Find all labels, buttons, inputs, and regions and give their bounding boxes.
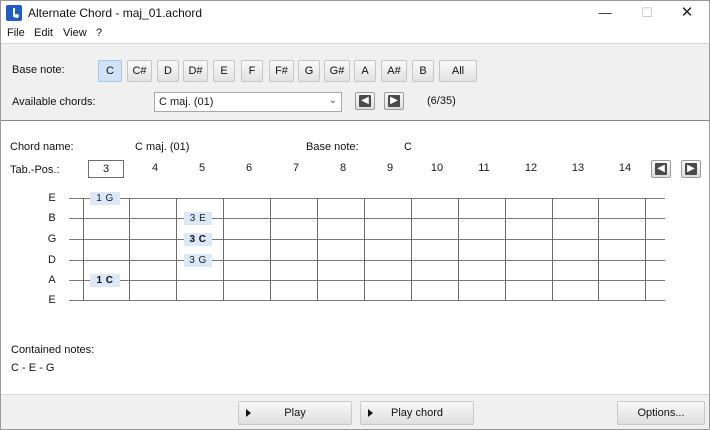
note-button-c-sharp[interactable]: C# — [127, 60, 152, 82]
menu-view[interactable]: View — [63, 27, 87, 39]
available-chords-value: C maj. (01) — [159, 96, 214, 108]
chevron-down-icon: ⌄ — [328, 95, 337, 106]
note-button-f[interactable]: F — [241, 60, 263, 82]
chord-display-panel: Chord name: C maj. (01) Base note: C Tab… — [1, 122, 709, 394]
contained-notes-value: C - E - G — [11, 362, 55, 374]
options-button[interactable]: Options... — [617, 401, 705, 425]
note-button-g-sharp[interactable]: G# — [324, 60, 350, 82]
options-button-label: Options... — [637, 407, 685, 419]
app-window: Alternate Chord - maj_01.achord — ☐ ✕ Fi… — [0, 0, 710, 430]
play-button[interactable]: Play — [238, 401, 352, 425]
fret-marker: 3 E — [184, 212, 212, 225]
note-button-f-sharp[interactable]: F# — [269, 60, 294, 82]
string-label: B — [48, 212, 56, 224]
fret-marker: 3 G — [184, 254, 212, 267]
note-button-c[interactable]: C — [98, 60, 122, 82]
play-chord-button[interactable]: Play chord — [360, 401, 474, 425]
close-button[interactable]: ✕ — [667, 1, 707, 25]
fretboard-frets — [83, 198, 646, 301]
note-button-d[interactable]: D — [157, 60, 179, 82]
window-title: Alternate Chord - maj_01.achord — [28, 6, 203, 20]
string-label: G — [47, 233, 57, 245]
menu-bar: File Edit View ? — [1, 25, 709, 43]
menu-file[interactable]: File — [7, 27, 25, 39]
maximize-button[interactable]: ☐ — [627, 1, 667, 25]
contained-notes-label: Contained notes: — [11, 344, 95, 356]
string-label: E — [48, 294, 56, 306]
play-chord-button-label: Play chord — [391, 407, 443, 419]
title-bar: Alternate Chord - maj_01.achord — ☐ ✕ — [1, 1, 709, 25]
minimize-button[interactable]: — — [585, 1, 625, 25]
menu-edit[interactable]: Edit — [34, 27, 53, 39]
note-button-a-sharp[interactable]: A# — [381, 60, 407, 82]
note-button-b[interactable]: B — [412, 60, 434, 82]
fret-marker: 1 C — [90, 274, 120, 287]
available-chords-label: Available chords: — [12, 96, 96, 108]
chord-selection-panel: Base note: C C# D D# E F F# G G# A A# B … — [1, 43, 709, 121]
base-note-label: Base note: — [12, 64, 65, 76]
available-chords-dropdown[interactable]: C maj. (01) ⌄ — [154, 92, 342, 112]
next-chord-button[interactable]: ▶ — [384, 92, 404, 110]
note-button-d-sharp[interactable]: D# — [183, 60, 208, 82]
play-button-label: Play — [284, 407, 306, 419]
fret-marker: 1 G — [90, 192, 120, 205]
fretboard-strings — [69, 198, 665, 301]
prev-chord-button[interactable]: ◀ — [355, 92, 375, 110]
string-label: A — [48, 274, 56, 286]
note-button-all[interactable]: All — [439, 60, 477, 82]
music-note-icon — [6, 5, 22, 21]
chord-count: (6/35) — [427, 95, 456, 107]
note-button-e[interactable]: E — [213, 60, 235, 82]
action-bar: Play Play chord Options... — [1, 394, 709, 429]
note-button-a[interactable]: A — [354, 60, 376, 82]
menu-help[interactable]: ? — [96, 27, 102, 39]
string-label: E — [48, 192, 56, 204]
fretboard — [69, 198, 665, 301]
string-label: D — [48, 254, 56, 266]
note-button-g[interactable]: G — [298, 60, 320, 82]
fret-marker: 3 C — [184, 233, 212, 246]
